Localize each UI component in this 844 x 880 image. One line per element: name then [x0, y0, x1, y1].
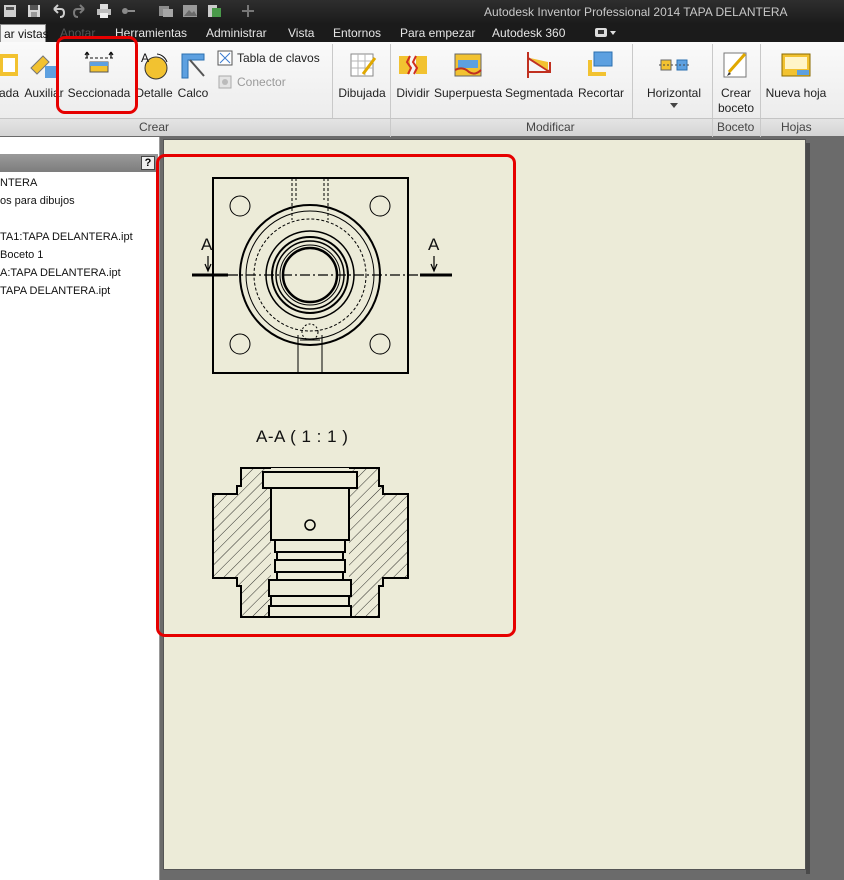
slice-icon	[527, 52, 551, 78]
detalle-button[interactable]: A Detalle	[134, 42, 174, 120]
connector-icon	[218, 75, 232, 89]
base-view-label: ada	[0, 86, 20, 100]
section-letter-left: A	[201, 235, 213, 254]
new-sheet-icon	[781, 53, 811, 77]
tab-vista[interactable]: Vista	[288, 24, 314, 42]
tree-item-section-view[interactable]: A:TAPA DELANTERA.ipt	[0, 267, 121, 279]
nueva-hoja-button[interactable]: Nueva hoja	[762, 42, 830, 120]
overlay-view-icon	[181, 53, 205, 79]
draft-view-icon	[350, 53, 377, 77]
tree-item-sketch1[interactable]: Boceto 1	[0, 249, 43, 261]
tree-item-document[interactable]: NTERA	[0, 177, 37, 189]
tree-item-view1[interactable]: TA1:TAPA DELANTERA.ipt	[0, 231, 133, 243]
tab-entornos[interactable]: Entornos	[333, 24, 381, 42]
redo-icon[interactable]	[72, 3, 88, 19]
project-icon[interactable]	[158, 3, 174, 19]
base-view-button[interactable]: ada	[0, 42, 24, 120]
tree-item-drawing-resources[interactable]: os para dibujos	[0, 195, 75, 207]
seccionada-button[interactable]: Seccionada	[66, 42, 132, 120]
superpuesta-button[interactable]: Superpuesta	[434, 42, 502, 120]
tab-para-empezar[interactable]: Para empezar	[400, 24, 475, 42]
add-icon[interactable]	[240, 3, 256, 19]
break-out-icon	[454, 53, 482, 77]
recortar-label: Recortar	[577, 86, 624, 100]
calco-label: Calco	[177, 86, 209, 100]
tree-item-part[interactable]: TAPA DELANTERA.ipt	[0, 285, 110, 297]
print-icon[interactable]	[96, 3, 112, 19]
superpuesta-label: Superpuesta	[433, 86, 503, 100]
create-sketch-icon	[723, 52, 747, 78]
tabla-de-clavos-label: Tabla de clavos	[237, 51, 320, 65]
window-title: Autodesk Inventor Professional 2014 TAPA…	[484, 5, 788, 19]
measure-icon[interactable]	[120, 3, 136, 19]
section-view-label[interactable]: A-A ( 1 : 1 )	[256, 427, 348, 447]
crear-boceto-button[interactable]: Crear boceto	[714, 42, 758, 120]
auxiliary-view-icon	[30, 55, 57, 78]
horizontal-button[interactable]: Horizontal	[640, 42, 708, 120]
export-icon[interactable]	[206, 3, 222, 19]
detail-view-icon: A	[141, 51, 168, 80]
panel-label-crear: Crear	[139, 120, 170, 134]
nueva-hoja-label: Nueva hoja	[765, 86, 827, 100]
detalle-label: Detalle	[135, 86, 173, 100]
recortar-button[interactable]: Recortar	[576, 42, 626, 120]
panel-label-hojas: Hojas	[781, 120, 812, 134]
tab-anotar[interactable]: Anotar	[60, 24, 95, 42]
dibujada-label: Dibujada	[338, 86, 386, 100]
dividir-button[interactable]: Dividir	[394, 42, 432, 120]
auxiliar-label: Auxiliar	[24, 86, 64, 100]
horizontal-label: Horizontal	[646, 86, 702, 100]
seccionada-label: Seccionada	[67, 86, 131, 100]
segmentada-label: Segmentada	[504, 86, 574, 100]
panel-divider	[390, 119, 391, 137]
sheet-shadow	[806, 143, 810, 874]
tab-colocar-vistas[interactable]: ar vistas	[0, 24, 49, 42]
section-view-drawing[interactable]	[205, 460, 415, 630]
tab-herramientas[interactable]: Herramientas	[115, 24, 187, 42]
crear-boceto-label: Crear boceto	[717, 86, 755, 115]
base-view-drawing[interactable]	[190, 170, 460, 380]
browser-header: ?	[0, 154, 158, 172]
panel-divider	[712, 119, 713, 137]
dividir-label: Dividir	[396, 86, 430, 100]
panel-label-modificar: Modificar	[526, 120, 575, 134]
title-bar: Autodesk Inventor Professional 2014 TAPA…	[0, 0, 844, 24]
undo-icon[interactable]	[50, 3, 66, 19]
auxiliar-button[interactable]: Auxiliar	[24, 42, 64, 120]
model-browser: ? NTERA os para dibujos TA1:TAPA DELANTE…	[0, 137, 160, 880]
crop-icon	[588, 51, 613, 76]
break-icon	[399, 55, 427, 75]
section-letter-right: A	[428, 235, 440, 254]
panel-toggle-icon[interactable]	[594, 27, 618, 39]
tab-autodesk-360[interactable]: Autodesk 360	[492, 24, 565, 42]
panel-label-boceto: Boceto	[717, 120, 755, 134]
help-button[interactable]: ?	[141, 156, 155, 170]
conector-label: Conector	[237, 75, 286, 89]
segmentada-button[interactable]: Segmentada	[504, 42, 574, 120]
ribbon-tab-row: ar vistas Anotar Herramientas Administra…	[0, 24, 844, 42]
dibujada-button[interactable]: Dibujada	[336, 42, 388, 120]
chevron-down-icon	[670, 103, 678, 108]
base-view-icon	[0, 54, 18, 76]
section-view-icon	[84, 51, 114, 73]
align-horizontal-icon	[659, 59, 689, 71]
conector-button[interactable]: Conector	[217, 73, 286, 91]
tab-administrar[interactable]: Administrar	[206, 24, 267, 42]
save-icon[interactable]	[26, 3, 42, 19]
svg-text:A: A	[141, 51, 149, 65]
panel-divider	[760, 119, 761, 137]
calco-button[interactable]: Calco	[174, 42, 212, 120]
app-menu-icon[interactable]	[2, 3, 18, 19]
image-icon[interactable]	[182, 3, 198, 19]
ribbon-panel-labels: Crear Modificar Boceto Hojas	[0, 118, 844, 137]
tabla-de-clavos-button[interactable]: Tabla de clavos	[217, 49, 320, 67]
hole-table-icon	[217, 50, 233, 66]
